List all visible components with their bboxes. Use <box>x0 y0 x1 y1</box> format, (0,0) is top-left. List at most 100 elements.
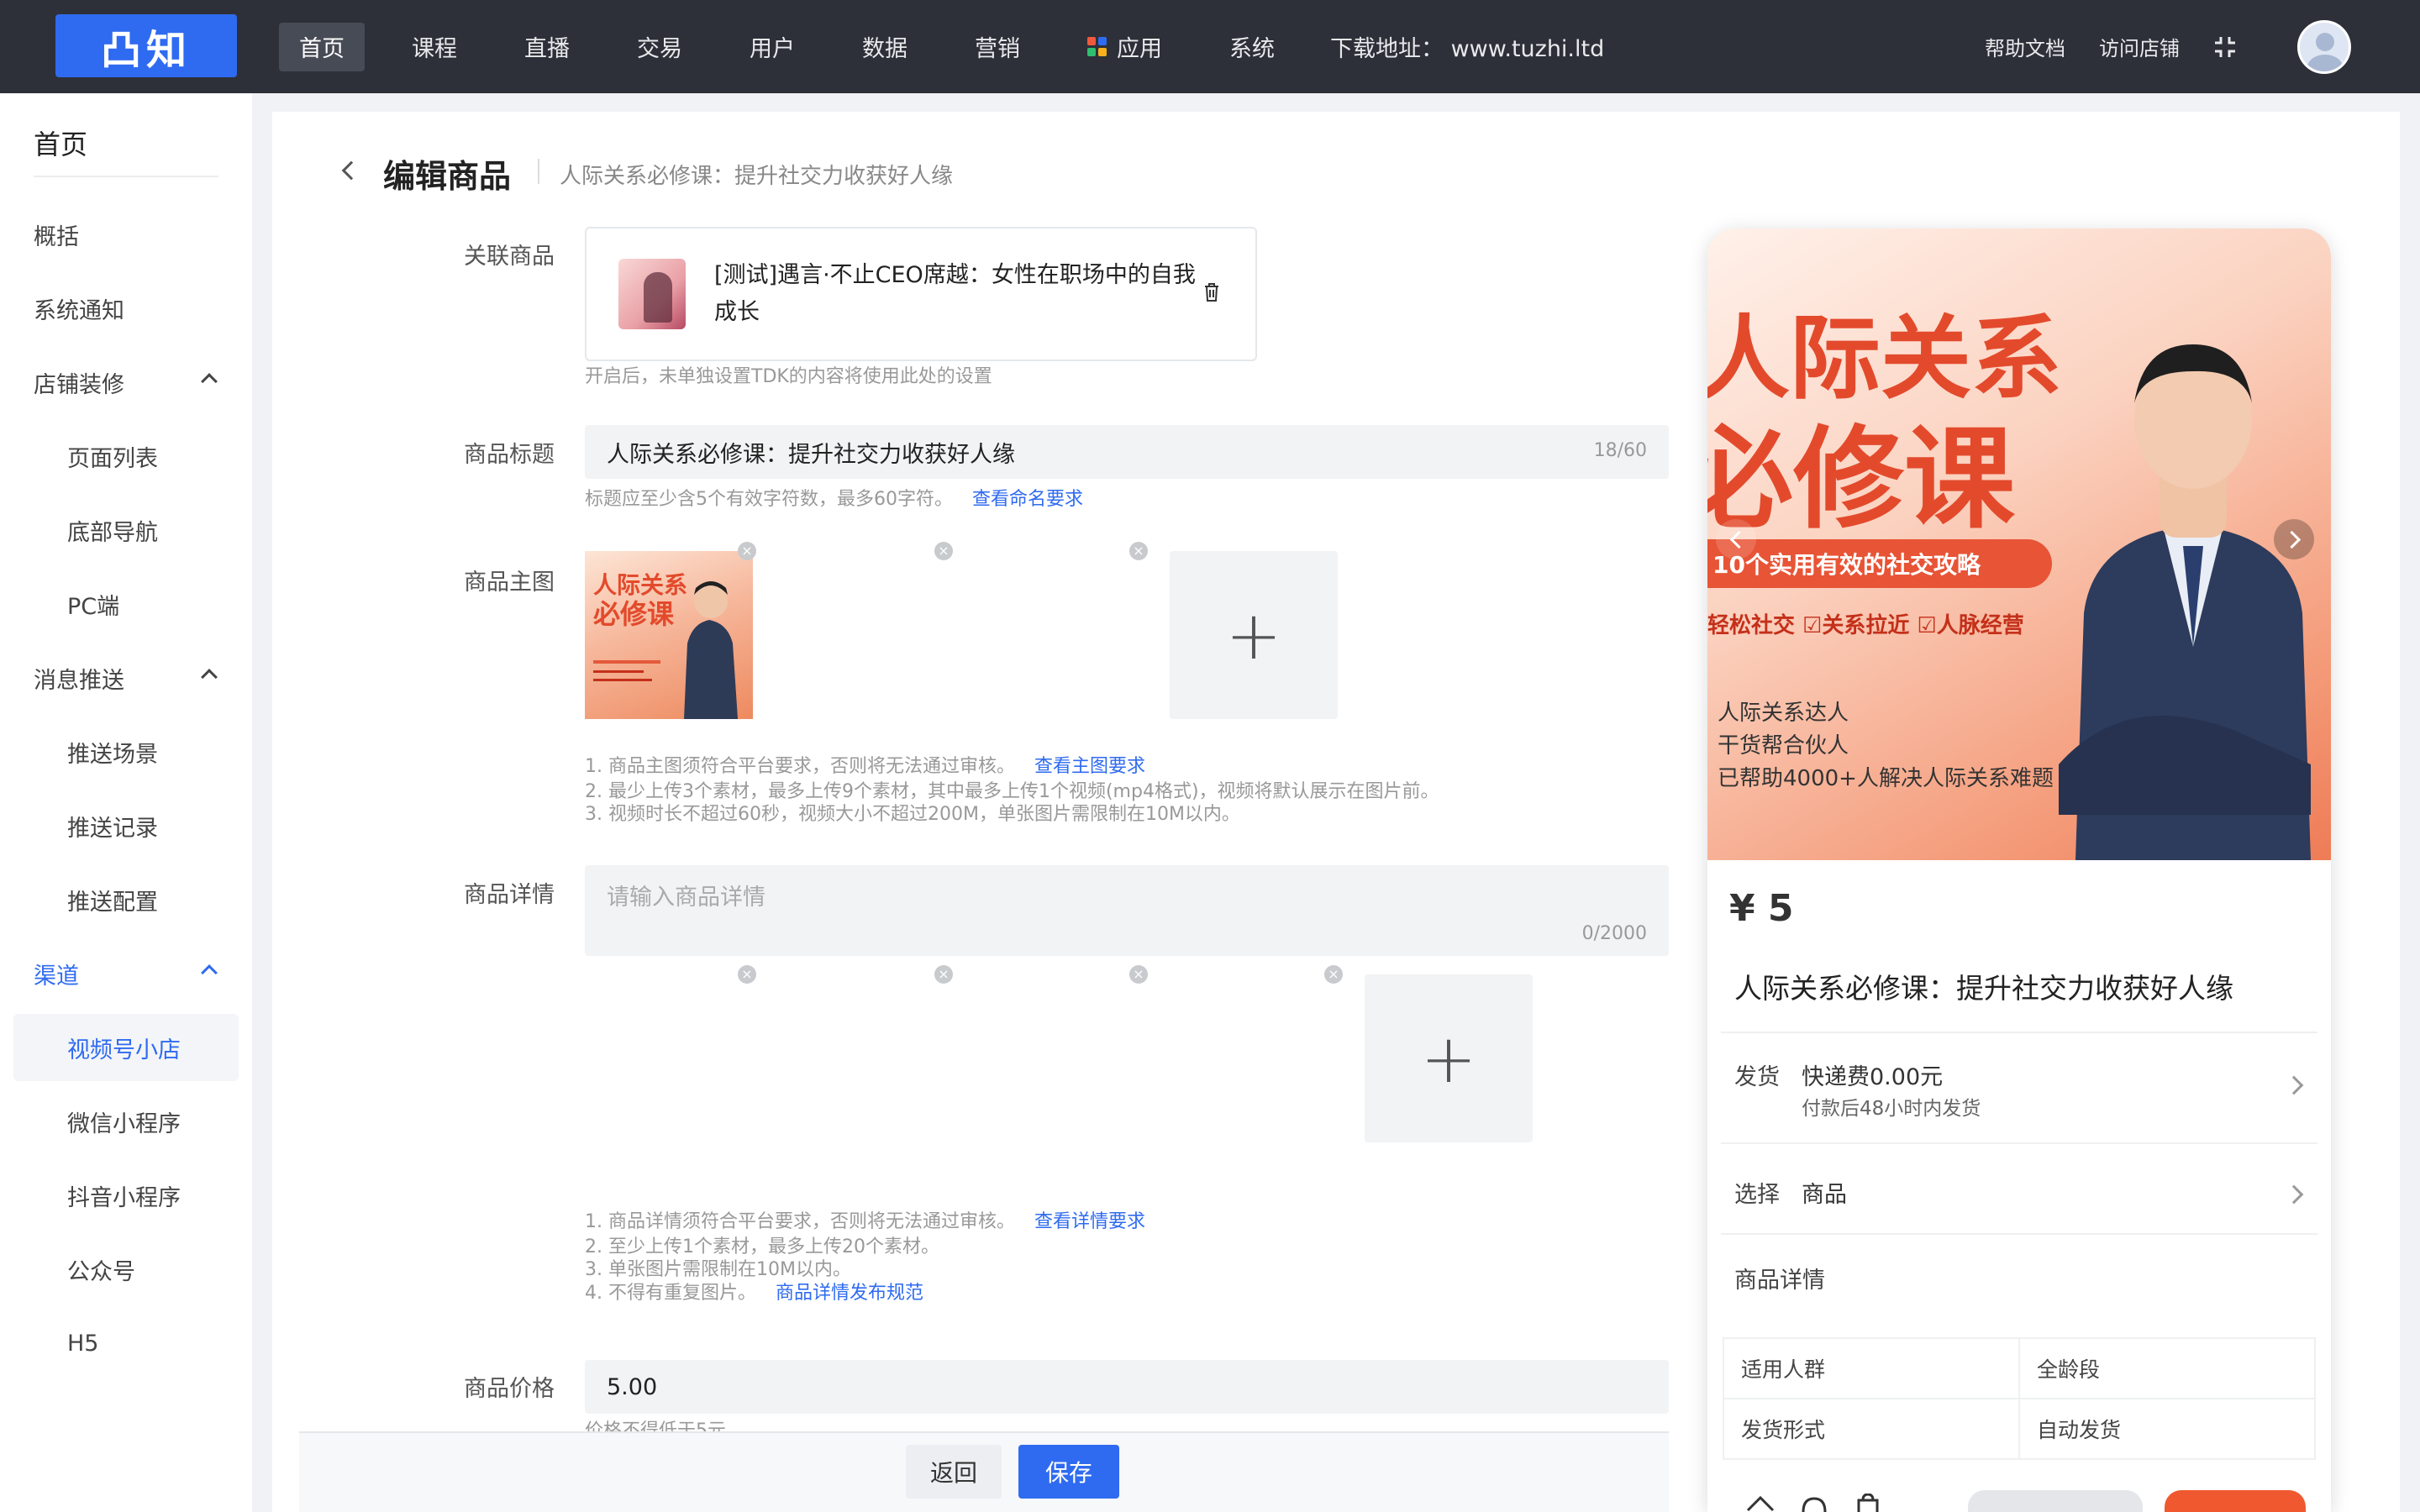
sidebar-divider <box>34 176 218 177</box>
remove-image-icon[interactable]: × <box>934 542 953 560</box>
preview-divider <box>1721 1032 2317 1033</box>
topbar-actions: 帮助文档 访问店铺 <box>1985 0 2420 93</box>
nav-apps[interactable]: 应用 <box>1067 23 1182 71</box>
select-value: 商品 <box>1802 1182 1847 1208</box>
nav-live[interactable]: 直播 <box>504 23 590 71</box>
brand-logo[interactable]: 凸知 <box>55 14 237 77</box>
remove-detail-image-icon[interactable]: × <box>738 965 756 984</box>
sidebar-item-label: 视频号小店 <box>67 1037 181 1063</box>
product-title-value: 人际关系必修课：提升社交力收获好人缘 <box>607 441 1015 468</box>
remove-image-icon[interactable]: × <box>738 542 756 560</box>
linked-product-thumbnail <box>618 259 686 329</box>
carousel-next-icon[interactable] <box>2274 519 2314 559</box>
sidebar-item-bottom-nav[interactable]: 底部导航 <box>13 496 239 564</box>
carousel-prev-icon[interactable] <box>1716 519 1756 559</box>
sidebar-item-douyin-miniprogram[interactable]: 抖音小程序 <box>13 1162 239 1229</box>
main-image-thumbnail[interactable]: 人际关系 必修课 <box>585 551 753 719</box>
chevron-right-icon[interactable] <box>2284 1184 2304 1205</box>
sidebar-item-push-config[interactable]: 推送配置 <box>13 866 239 933</box>
sidebar-item-wechat-miniprogram[interactable]: 微信小程序 <box>13 1088 239 1155</box>
preview-divider <box>1721 1142 2317 1144</box>
sidebar-item-notifications[interactable]: 系统通知 <box>13 275 239 342</box>
nav-marketing[interactable]: 营销 <box>955 23 1040 71</box>
cart-icon[interactable] <box>1854 1494 1882 1512</box>
product-hero-image[interactable]: 人际关系 必修课 10个实用有效的社交攻略 轻松社交 ☑关系拉近 ☑人脉经营 人… <box>1707 228 2331 860</box>
thumbnail-text-1: 人际关系 <box>593 571 687 599</box>
buy-now-button[interactable] <box>2165 1490 2306 1512</box>
title-separator <box>538 159 539 184</box>
nav-data[interactable]: 数据 <box>842 23 928 71</box>
main-image-rules-link[interactable]: 查看主图要求 <box>1034 756 1145 777</box>
spec-key: 适用人群 <box>1723 1337 2020 1399</box>
remove-detail-image-icon[interactable]: × <box>1324 965 1343 984</box>
title-hint: 标题应至少含5个有效字符数，最多60字符。 查看命名要求 <box>585 488 1083 512</box>
sidebar-item-label: 系统通知 <box>34 297 124 324</box>
nav-courses[interactable]: 课程 <box>392 23 477 71</box>
spec-key: 发货形式 <box>1723 1398 2020 1460</box>
hero-tags: 轻松社交 ☑关系拉近 ☑人脉经营 <box>1707 613 2024 638</box>
home-icon[interactable] <box>1746 1495 1775 1512</box>
sidebar-item-pc[interactable]: PC端 <box>13 570 239 638</box>
detail-hint-text: 1. 商品详情须符合平台要求，否则将无法通过审核。 <box>585 1211 1015 1232</box>
sidebar-item-official-account[interactable]: 公众号 <box>13 1236 239 1303</box>
detail-hint-text: 4. 不得有重复图片。 <box>585 1283 756 1304</box>
price-label: 商品价格 <box>464 1376 555 1402</box>
linked-product-hint: 开启后，未单独设置TDK的内容将使用此处的设置 <box>585 366 992 387</box>
download-url[interactable]: www.tuzhi.ltd <box>1451 36 1605 62</box>
shipping-label: 发货 <box>1734 1064 1780 1090</box>
sidebar-item-push-records[interactable]: 推送记录 <box>13 792 239 859</box>
visit-store-link[interactable]: 访问店铺 <box>2099 32 2180 61</box>
apps-grid-icon <box>1087 37 1107 56</box>
trash-icon[interactable] <box>1203 282 1220 302</box>
preview-price: ¥ 5 <box>1729 887 1794 930</box>
customer-service-icon[interactable] <box>1800 1495 1828 1512</box>
price-value: 5.00 <box>607 1373 658 1400</box>
detail-hint-4: 4. 不得有重复图片。 商品详情发布规范 <box>585 1282 923 1305</box>
add-to-cart-button[interactable] <box>1968 1490 2143 1512</box>
user-avatar[interactable] <box>2297 19 2351 74</box>
main-image-label: 商品主图 <box>464 570 555 596</box>
sidebar-home[interactable]: 首页 <box>34 123 87 162</box>
sidebar-group-channels[interactable]: 渠道 <box>13 940 239 1007</box>
detail-textarea[interactable]: 请输入商品详情 0/2000 <box>585 865 1669 956</box>
sidebar-group-message-push[interactable]: 消息推送 <box>13 644 239 711</box>
detail-hint-3: 3. 单张图片需限制在10M以内。 <box>585 1259 851 1280</box>
back-button[interactable]: 返回 <box>906 1445 1002 1499</box>
chevron-up-icon <box>201 373 218 390</box>
nav-system[interactable]: 系统 <box>1209 23 1295 71</box>
linked-product-title: [测试]遇言·不止CEO席越：女性在职场中的自我成长 <box>714 262 1196 325</box>
nav-home[interactable]: 首页 <box>279 22 365 71</box>
sidebar-group-store-decoration[interactable]: 店铺装修 <box>13 349 239 416</box>
detail-placeholder: 请输入商品详情 <box>607 885 765 911</box>
linked-product-card[interactable]: [测试]遇言·不止CEO席越：女性在职场中的自我成长 <box>585 227 1257 361</box>
product-title-input[interactable]: 人际关系必修课：提升社交力收获好人缘 18/60 <box>585 425 1669 479</box>
sidebar-item-overview[interactable]: 概括 <box>13 201 239 268</box>
detail-label: 商品详情 <box>464 882 555 908</box>
nav-trade[interactable]: 交易 <box>617 23 702 71</box>
price-input[interactable]: 5.00 <box>585 1360 1669 1414</box>
chevron-right-icon[interactable] <box>2284 1075 2304 1095</box>
add-main-image-button[interactable]: + <box>1170 551 1338 719</box>
shipping-time: 付款后48小时内发货 <box>1802 1098 1981 1120</box>
detail-rules-link[interactable]: 查看详情要求 <box>1034 1211 1145 1232</box>
remove-image-icon[interactable]: × <box>1129 542 1148 560</box>
table-row: 适用人群 全龄段 <box>1723 1337 2316 1399</box>
nav-users[interactable]: 用户 <box>729 23 815 71</box>
fullscreen-icon[interactable] <box>2213 35 2237 59</box>
naming-rules-link[interactable]: 查看命名要求 <box>972 489 1083 510</box>
add-detail-image-button[interactable]: + <box>1365 974 1533 1142</box>
back-arrow-icon[interactable] <box>341 160 361 181</box>
sidebar-item-label: 微信小程序 <box>67 1110 181 1137</box>
sidebar-item-page-list[interactable]: 页面列表 <box>13 423 239 490</box>
sidebar-item-push-scenes[interactable]: 推送场景 <box>13 718 239 785</box>
sidebar-item-h5[interactable]: H5 <box>13 1310 239 1377</box>
save-button[interactable]: 保存 <box>1018 1445 1119 1499</box>
sidebar-item-label: 消息推送 <box>34 667 124 694</box>
sidebar: 首页 概括 系统通知 店铺装修 页面列表 底部导航 PC端 消息推送 推送场景 … <box>0 93 252 1512</box>
sidebar-item-video-shop[interactable]: 视频号小店 <box>13 1014 239 1081</box>
spec-value: 自动发货 <box>2018 1398 2316 1460</box>
remove-detail-image-icon[interactable]: × <box>934 965 953 984</box>
remove-detail-image-icon[interactable]: × <box>1129 965 1148 984</box>
help-docs-link[interactable]: 帮助文档 <box>1985 32 2065 61</box>
detail-publish-rules-link[interactable]: 商品详情发布规范 <box>776 1283 923 1304</box>
